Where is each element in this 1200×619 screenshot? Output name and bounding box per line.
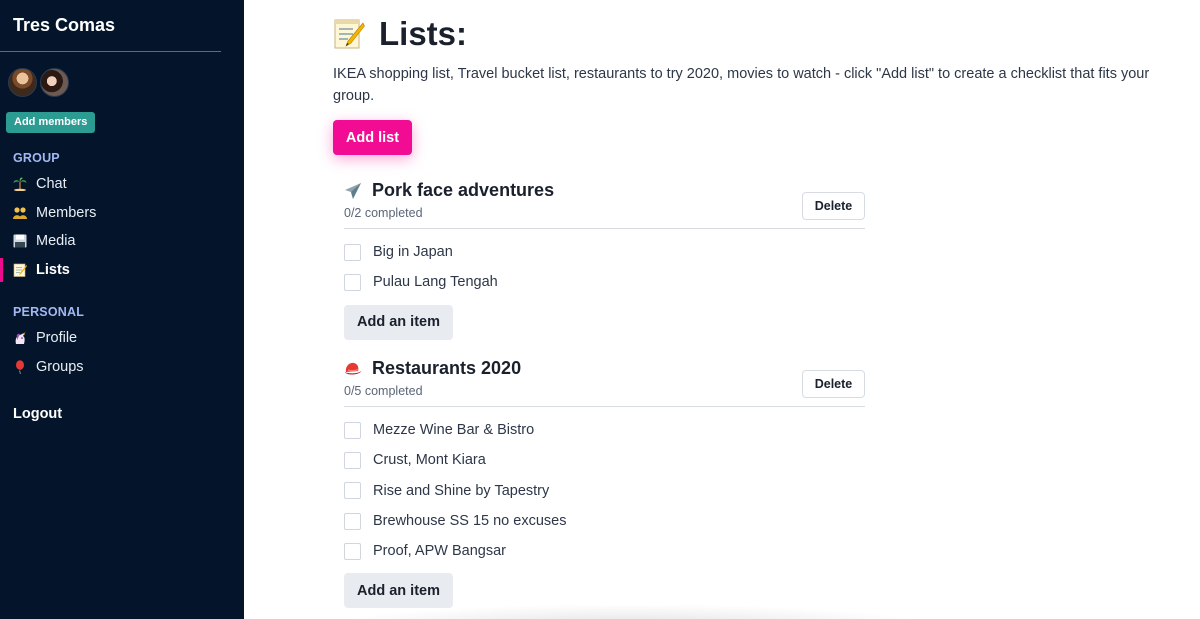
sidebar: Tres Comas Add members GROUP Chat Member… bbox=[0, 0, 244, 619]
sidebar-item-media[interactable]: Media bbox=[13, 228, 76, 254]
avatar[interactable] bbox=[8, 68, 37, 97]
group-section-label: GROUP bbox=[13, 151, 60, 165]
list-item: Rise and Shine by Tapestry bbox=[344, 476, 865, 506]
item-checkbox[interactable] bbox=[344, 482, 361, 500]
floppy-disk-icon bbox=[13, 234, 27, 248]
airplane-icon bbox=[344, 182, 362, 200]
brand-divider bbox=[0, 51, 221, 52]
sidebar-item-members[interactable]: Members bbox=[13, 200, 96, 226]
brand-title: Tres Comas bbox=[13, 15, 116, 35]
list-header: Restaurants 2020 0/5 completed Delete bbox=[344, 357, 865, 407]
sidebar-item-groups[interactable]: Groups bbox=[13, 354, 84, 380]
active-indicator bbox=[0, 258, 3, 282]
list-item: Brewhouse SS 15 no excuses bbox=[344, 506, 865, 536]
list-progress: 0/5 completed bbox=[344, 384, 423, 398]
sidebar-item-label: Lists bbox=[36, 262, 70, 278]
sidebar-item-label: Profile bbox=[36, 330, 78, 346]
list-item: Crust, Mont Kiara bbox=[344, 445, 865, 475]
avatar[interactable] bbox=[40, 68, 69, 97]
list-title: Pork face adventures bbox=[344, 180, 554, 201]
item-label: Pulau Lang Tengah bbox=[373, 274, 498, 291]
add-members-button[interactable]: Add members bbox=[6, 112, 96, 133]
add-list-button[interactable]: Add list bbox=[333, 120, 412, 155]
list-items: Big in Japan Pulau Lang Tengah bbox=[344, 237, 865, 298]
item-checkbox[interactable] bbox=[344, 512, 361, 530]
item-label: Crust, Mont Kiara bbox=[373, 452, 486, 469]
item-checkbox[interactable] bbox=[344, 542, 361, 560]
delete-list-button[interactable]: Delete bbox=[802, 192, 865, 220]
main-content: Lists: IKEA shopping list, Travel bucket… bbox=[244, 0, 1200, 619]
sidebar-item-lists[interactable]: Lists bbox=[13, 257, 70, 283]
item-checkbox[interactable] bbox=[344, 451, 361, 469]
page-title-text: Lists: bbox=[379, 15, 468, 52]
list-item: Pulau Lang Tengah bbox=[344, 267, 865, 297]
balloon-icon bbox=[13, 360, 27, 374]
list-card: Pork face adventures 0/2 completed Delet… bbox=[344, 179, 865, 340]
list-item: Big in Japan bbox=[344, 237, 865, 267]
list-progress: 0/2 completed bbox=[344, 206, 423, 220]
list-card: Restaurants 2020 0/5 completed Delete Me… bbox=[344, 357, 865, 609]
bottom-shadow bbox=[330, 604, 930, 619]
sidebar-item-label: Groups bbox=[36, 359, 84, 375]
memo-icon bbox=[333, 18, 365, 50]
list-header: Pork face adventures 0/2 completed Delet… bbox=[344, 179, 865, 229]
sidebar-item-profile[interactable]: Profile bbox=[13, 325, 77, 351]
personal-section-label: PERSONAL bbox=[13, 305, 85, 319]
list-item: Proof, APW Bangsar bbox=[344, 536, 865, 566]
item-checkbox[interactable] bbox=[344, 273, 361, 291]
list-title: Restaurants 2020 bbox=[344, 358, 521, 379]
sidebar-item-chat[interactable]: Chat bbox=[13, 171, 67, 197]
list-title-text: Restaurants 2020 bbox=[372, 358, 522, 378]
page-title: Lists: bbox=[333, 15, 467, 53]
logout-link[interactable]: Logout bbox=[13, 406, 62, 422]
add-item-button[interactable]: Add an item bbox=[344, 304, 453, 340]
people-icon bbox=[13, 206, 27, 220]
list-title-text: Pork face adventures bbox=[372, 180, 555, 200]
sidebar-item-label: Chat bbox=[36, 176, 67, 192]
item-label: Brewhouse SS 15 no excuses bbox=[373, 513, 567, 530]
unicorn-icon bbox=[13, 331, 27, 345]
list-items: Mezze Wine Bar & Bistro Crust, Mont Kiar… bbox=[344, 415, 865, 566]
item-label: Rise and Shine by Tapestry bbox=[373, 482, 550, 499]
memo-icon bbox=[13, 263, 27, 277]
palm-tree-icon bbox=[13, 177, 27, 191]
sidebar-item-label: Media bbox=[36, 233, 76, 249]
intro-text: IKEA shopping list, Travel bucket list, … bbox=[333, 66, 1150, 104]
item-checkbox[interactable] bbox=[344, 243, 361, 261]
list-item: Mezze Wine Bar & Bistro bbox=[344, 415, 865, 445]
app: Tres Comas Add members GROUP Chat Member… bbox=[0, 0, 1200, 619]
delete-list-button[interactable]: Delete bbox=[802, 370, 865, 398]
item-label: Big in Japan bbox=[373, 244, 453, 261]
sidebar-item-label: Members bbox=[36, 205, 97, 221]
item-checkbox[interactable] bbox=[344, 421, 361, 439]
red-hat-icon bbox=[344, 360, 362, 378]
item-label: Proof, APW Bangsar bbox=[373, 543, 506, 560]
item-label: Mezze Wine Bar & Bistro bbox=[373, 422, 535, 439]
